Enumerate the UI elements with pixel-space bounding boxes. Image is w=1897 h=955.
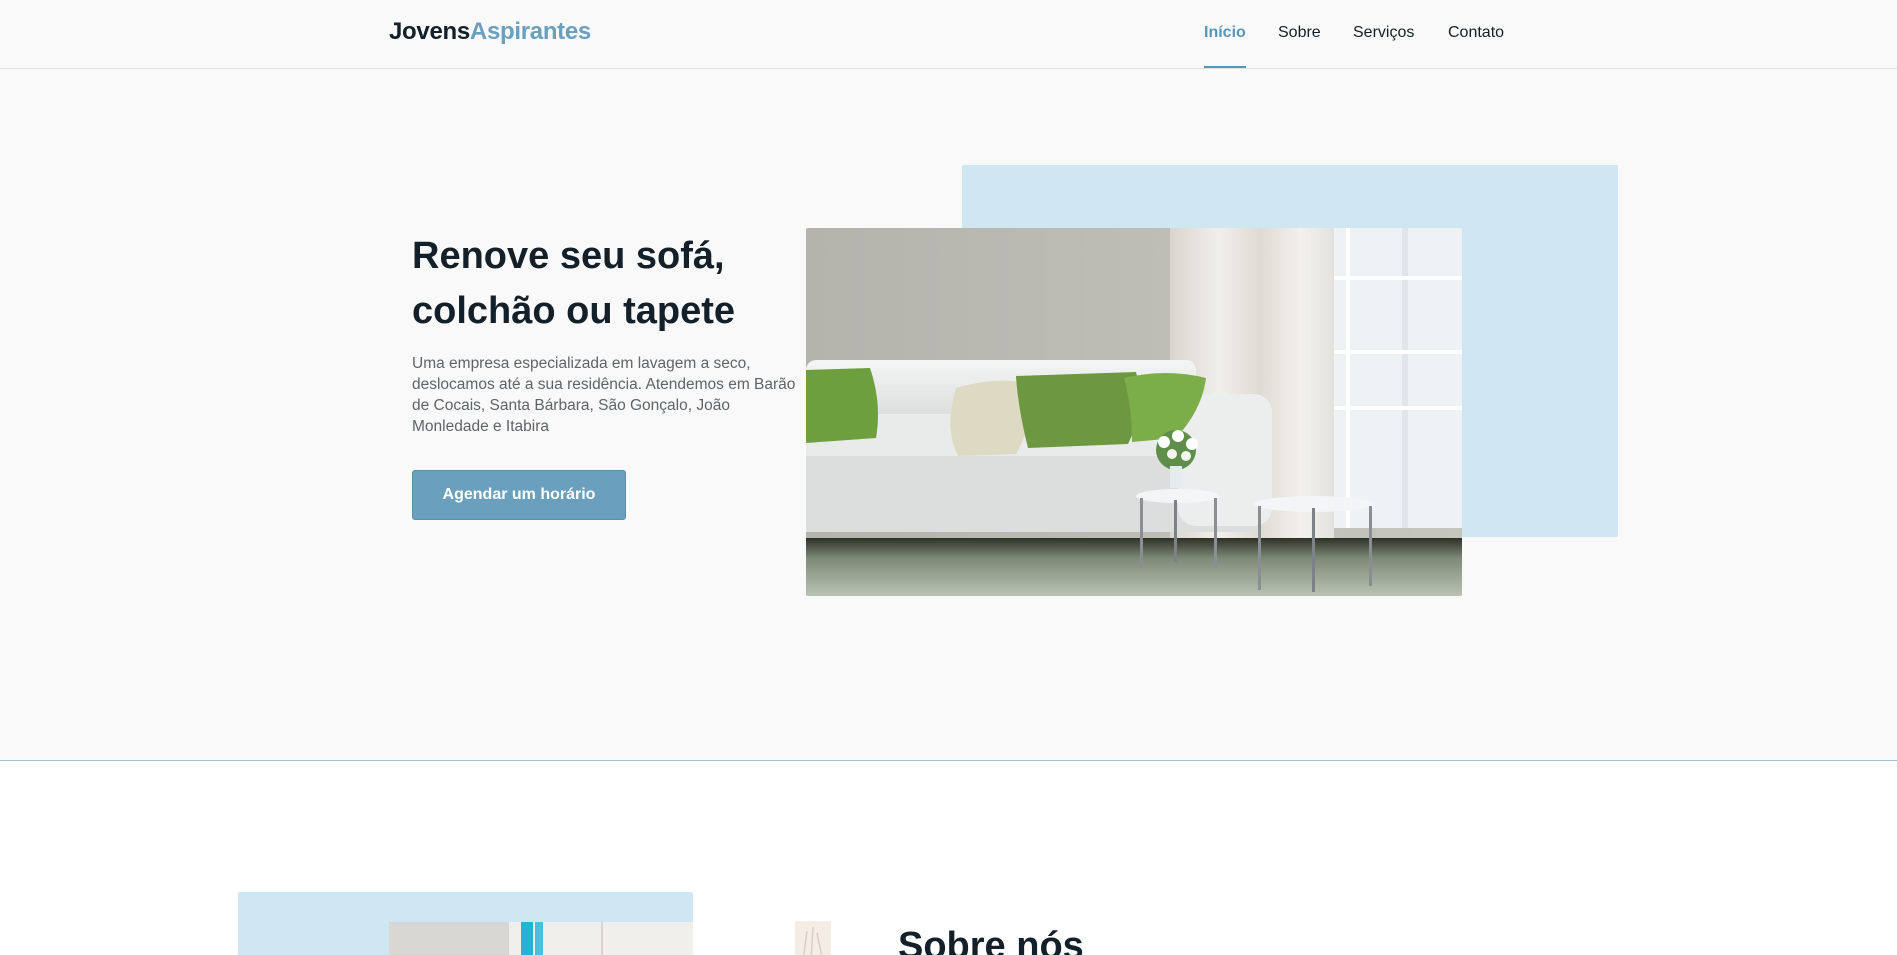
brand-logo[interactable]: JovensAspirantes <box>389 18 591 46</box>
hero-section: Renove seu sofá, colchão ou tapete Uma e… <box>0 69 1897 761</box>
about-section: Sobre nós <box>0 761 1897 955</box>
nav-link-servicos[interactable]: Serviços <box>1353 0 1414 69</box>
nav-link-inicio[interactable]: Início <box>1204 0 1246 69</box>
nav-link-contato[interactable]: Contato <box>1448 0 1504 69</box>
hero-title-line1: Renove seu sofá, <box>412 235 725 277</box>
about-secondary-image <box>795 921 831 955</box>
brand-name-part1: Jovens <box>389 18 470 45</box>
schedule-button[interactable]: Agendar um horário <box>412 470 626 520</box>
hero-sofa-image <box>806 228 1462 596</box>
hero-description: Uma empresa especializada em lavagem a s… <box>412 355 796 435</box>
brand-name-part2: Aspirantes <box>469 18 591 45</box>
nav-link-sobre[interactable]: Sobre <box>1278 0 1321 69</box>
about-image <box>389 922 693 955</box>
hero-title-line2: colchão ou tapete <box>412 290 736 332</box>
about-title: Sobre nós <box>898 925 1084 955</box>
site-header: JovensAspirantes Início Sobre Serviços C… <box>0 0 1897 69</box>
hero-title: Renove seu sofá, colchão ou tapete <box>412 229 792 339</box>
